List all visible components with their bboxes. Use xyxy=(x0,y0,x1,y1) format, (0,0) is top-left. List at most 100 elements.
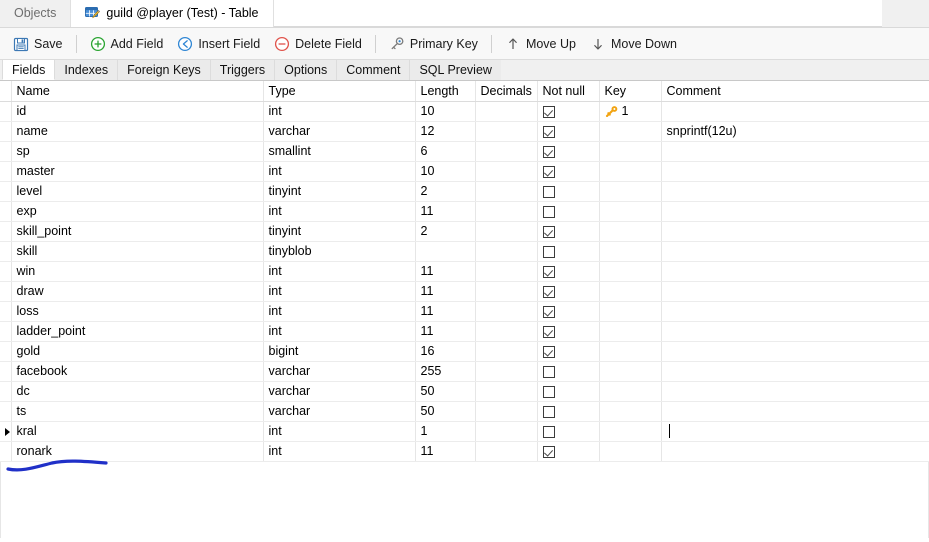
subtab-triggers[interactable]: Triggers xyxy=(209,60,276,80)
cell-field-length[interactable]: 50 xyxy=(415,381,476,402)
cell-field-length[interactable]: 11 xyxy=(415,321,476,342)
cell-field-decimals[interactable] xyxy=(475,201,538,222)
row-marker[interactable] xyxy=(0,221,12,242)
insert-field-button[interactable]: Insert Field xyxy=(170,32,267,56)
cell-not-null[interactable] xyxy=(537,181,600,202)
delete-field-button[interactable]: Delete Field xyxy=(267,32,369,56)
row-marker[interactable] xyxy=(0,101,12,122)
cell-field-length[interactable]: 50 xyxy=(415,401,476,422)
cell-comment[interactable] xyxy=(661,381,929,402)
cell-field-decimals[interactable] xyxy=(475,161,538,182)
cell-key[interactable] xyxy=(599,401,662,422)
cell-field-name[interactable]: ronark xyxy=(11,441,264,462)
column-header-name[interactable]: Name xyxy=(11,81,264,102)
checkbox-unchecked[interactable] xyxy=(542,245,555,258)
cell-comment[interactable] xyxy=(661,361,929,382)
cell-key[interactable] xyxy=(599,121,662,142)
cell-key[interactable] xyxy=(599,361,662,382)
cell-field-type[interactable]: int xyxy=(263,321,416,342)
table-row[interactable]: ronark int 11 xyxy=(0,441,929,462)
table-row[interactable]: sp smallint 6 xyxy=(0,141,929,162)
cell-field-name[interactable]: exp xyxy=(11,201,264,222)
cell-comment[interactable] xyxy=(661,261,929,282)
cell-comment[interactable] xyxy=(661,441,929,462)
cell-field-name[interactable]: master xyxy=(11,161,264,182)
cell-field-name[interactable]: skill_point xyxy=(11,221,264,242)
table-row[interactable]: exp int 11 xyxy=(0,201,929,222)
tab-guild-player-table[interactable]: guild @player (Test) - Table xyxy=(70,0,274,27)
move-up-button[interactable]: Move Up xyxy=(498,32,583,56)
add-field-button[interactable]: Add Field xyxy=(83,32,171,56)
cell-field-length[interactable]: 11 xyxy=(415,281,476,302)
row-marker[interactable] xyxy=(0,441,12,462)
cell-key[interactable] xyxy=(599,341,662,362)
cell-field-length[interactable]: 10 xyxy=(415,101,476,122)
table-row[interactable]: master int 10 xyxy=(0,161,929,182)
column-header-comment[interactable]: Comment xyxy=(661,81,929,102)
cell-field-type[interactable]: bigint xyxy=(263,341,416,362)
cell-field-decimals[interactable] xyxy=(475,441,538,462)
cell-field-length[interactable]: 11 xyxy=(415,201,476,222)
cell-field-type[interactable]: int xyxy=(263,301,416,322)
cell-field-type[interactable]: int xyxy=(263,441,416,462)
tab-objects[interactable]: Objects xyxy=(0,0,71,27)
cell-comment[interactable] xyxy=(661,101,929,122)
column-header-decimals[interactable]: Decimals xyxy=(475,81,538,102)
checkbox-unchecked[interactable] xyxy=(542,425,555,438)
cell-field-decimals[interactable] xyxy=(475,261,538,282)
cell-key[interactable] xyxy=(599,441,662,462)
cell-field-name[interactable]: gold xyxy=(11,341,264,362)
checkbox-unchecked[interactable] xyxy=(542,385,555,398)
cell-field-decimals[interactable] xyxy=(475,281,538,302)
cell-key[interactable]: 1 xyxy=(599,101,662,122)
cell-comment[interactable] xyxy=(661,301,929,322)
row-marker[interactable] xyxy=(0,281,12,302)
table-row[interactable]: win int 11 xyxy=(0,261,929,282)
cell-field-name[interactable]: facebook xyxy=(11,361,264,382)
cell-key[interactable] xyxy=(599,221,662,242)
cell-key[interactable] xyxy=(599,301,662,322)
cell-field-length[interactable]: 255 xyxy=(415,361,476,382)
cell-field-name[interactable]: name xyxy=(11,121,264,142)
cell-field-decimals[interactable] xyxy=(475,141,538,162)
checkbox-checked[interactable] xyxy=(542,165,555,178)
cell-field-name[interactable]: draw xyxy=(11,281,264,302)
cell-field-decimals[interactable] xyxy=(475,321,538,342)
row-marker[interactable] xyxy=(0,121,12,142)
cell-not-null[interactable] xyxy=(537,421,600,442)
cell-key[interactable] xyxy=(599,281,662,302)
cell-field-type[interactable]: varchar xyxy=(263,361,416,382)
save-button[interactable]: Save xyxy=(6,32,70,56)
table-row[interactable]: gold bigint 16 xyxy=(0,341,929,362)
checkbox-checked[interactable] xyxy=(542,265,555,278)
checkbox-checked[interactable] xyxy=(542,305,555,318)
row-marker[interactable] xyxy=(0,361,12,382)
row-marker[interactable] xyxy=(0,381,12,402)
column-header-not-null[interactable]: Not null xyxy=(537,81,600,102)
cell-field-name[interactable]: loss xyxy=(11,301,264,322)
row-marker[interactable] xyxy=(0,181,12,202)
cell-field-decimals[interactable] xyxy=(475,381,538,402)
cell-field-name[interactable]: dc xyxy=(11,381,264,402)
table-row[interactable]: kral int 1 xyxy=(0,421,929,442)
cell-field-length[interactable]: 1 xyxy=(415,421,476,442)
cell-not-null[interactable] xyxy=(537,281,600,302)
subtab-options[interactable]: Options xyxy=(274,60,338,80)
cell-field-decimals[interactable] xyxy=(475,401,538,422)
subtab-foreign-keys[interactable]: Foreign Keys xyxy=(117,60,211,80)
cell-field-length[interactable]: 16 xyxy=(415,341,476,362)
cell-comment[interactable] xyxy=(661,281,929,302)
cell-not-null[interactable] xyxy=(537,201,600,222)
cell-field-length[interactable]: 2 xyxy=(415,221,476,242)
cell-comment[interactable] xyxy=(661,181,929,202)
row-marker[interactable] xyxy=(0,341,12,362)
cell-field-decimals[interactable] xyxy=(475,341,538,362)
column-header-length[interactable]: Length xyxy=(415,81,476,102)
cell-field-decimals[interactable] xyxy=(475,181,538,202)
move-down-button[interactable]: Move Down xyxy=(583,32,684,56)
cell-comment[interactable] xyxy=(661,341,929,362)
cell-field-name[interactable]: kral xyxy=(11,421,264,442)
cell-field-name[interactable]: win xyxy=(11,261,264,282)
cell-field-decimals[interactable] xyxy=(475,361,538,382)
cell-field-length[interactable]: 11 xyxy=(415,261,476,282)
